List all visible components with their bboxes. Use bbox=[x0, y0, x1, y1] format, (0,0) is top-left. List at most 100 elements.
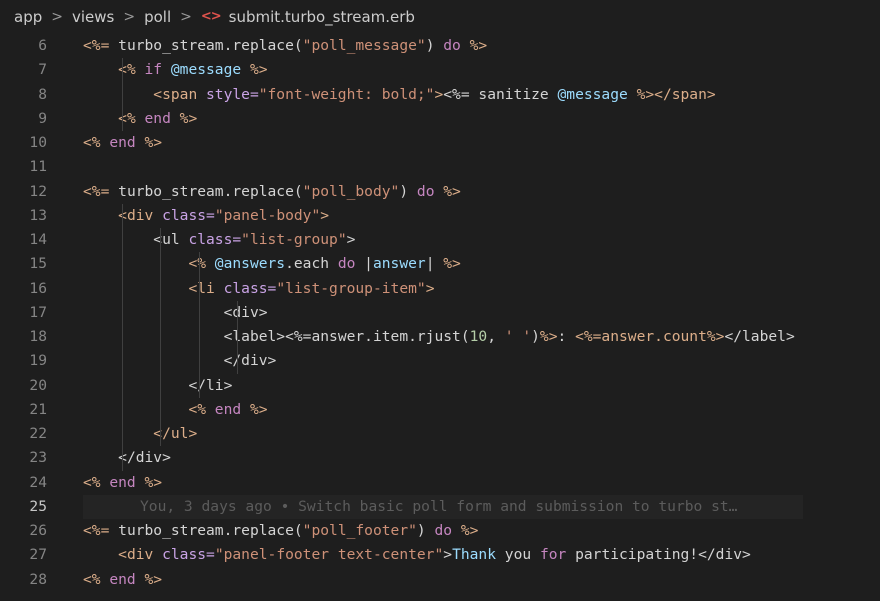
code-text: <% if @message %> bbox=[83, 58, 268, 82]
code-token: <% bbox=[188, 255, 215, 273]
code-line[interactable]: 28 <% end %> bbox=[0, 568, 880, 592]
code-line[interactable]: 11 bbox=[0, 155, 880, 179]
code-line[interactable]: 9 <% end %> bbox=[0, 107, 880, 131]
code-token: <li bbox=[188, 279, 224, 297]
code-text: <div> bbox=[83, 301, 268, 325]
code-token: "list-group" bbox=[241, 231, 347, 248]
code-token: class= bbox=[223, 279, 277, 297]
line-number: 7 bbox=[38, 61, 47, 79]
code-token: , bbox=[487, 328, 505, 345]
code-token: turbo_stream.replace( bbox=[118, 182, 303, 200]
line-number: 10 bbox=[29, 134, 47, 151]
code-token: "panel-body" bbox=[214, 206, 321, 224]
code-text: <% end %> bbox=[83, 471, 162, 495]
code-token: class= bbox=[188, 231, 242, 248]
git-blame-annotation[interactable]: You, 3 days ago • Switch basic poll form… bbox=[83, 495, 737, 519]
code-line[interactable]: 22 </ul> bbox=[0, 422, 880, 446]
code-line[interactable]: 18 <label><%=answer.item.rjust(10, ' ')%… bbox=[0, 325, 880, 349]
indent-guide bbox=[237, 300, 238, 374]
code-token: end bbox=[144, 109, 171, 127]
code-token: do bbox=[416, 182, 435, 200]
code-line[interactable]: 27 <div class="panel-footer text-center"… bbox=[0, 543, 880, 567]
line-number: 21 bbox=[29, 400, 47, 418]
code-token: if bbox=[144, 61, 171, 79]
code-text: <li class="list-group-item"> bbox=[83, 277, 434, 301]
code-text: <% end %> bbox=[83, 398, 267, 422]
code-line[interactable]: 7 <% if @message %> bbox=[0, 58, 880, 82]
code-token: %> bbox=[135, 473, 163, 491]
code-editor[interactable]: 6 <%= turbo_stream.replace("poll_message"… bbox=[0, 34, 880, 592]
code-token: ) bbox=[416, 522, 435, 539]
code-line[interactable]: 14 <ul class="list-group"> bbox=[0, 228, 880, 252]
line-number: 15 bbox=[29, 255, 47, 273]
line-number: 25 bbox=[29, 497, 47, 515]
breadcrumb-item-poll[interactable]: poll bbox=[144, 8, 171, 26]
code-text: </div> bbox=[83, 446, 171, 470]
code-token: %> bbox=[170, 109, 198, 127]
line-number: 22 bbox=[29, 425, 47, 442]
code-line[interactable]: 16 <li class="list-group-item"> bbox=[0, 277, 880, 301]
indent-guide bbox=[122, 203, 123, 471]
code-line[interactable]: 19 </div> bbox=[0, 349, 880, 373]
code-token: end bbox=[109, 570, 136, 588]
code-text: <% end %> bbox=[83, 568, 162, 592]
breadcrumb-item-file[interactable]: submit.turbo_stream.erb bbox=[229, 8, 415, 26]
code-text: </div> bbox=[83, 349, 277, 373]
code-line[interactable]: 12 <%= turbo_stream.replace("poll_body") … bbox=[0, 180, 880, 204]
code-token: 10 bbox=[469, 328, 488, 345]
code-token: > bbox=[346, 231, 356, 248]
code-token: class= bbox=[162, 206, 215, 224]
code-line[interactable]: 25 You, 3 days ago • Switch basic poll fo… bbox=[0, 494, 880, 519]
code-token: %> bbox=[460, 37, 488, 54]
code-token: <div bbox=[118, 206, 163, 224]
code-token: do bbox=[443, 37, 461, 54]
code-token: <%= bbox=[83, 37, 119, 54]
breadcrumb-item-app[interactable]: app bbox=[14, 8, 42, 26]
code-line[interactable]: 15 <% @answers.each do |answer| %> bbox=[0, 252, 880, 276]
code-line[interactable]: 20 </li> bbox=[0, 374, 880, 398]
indent-guide bbox=[160, 228, 161, 447]
code-line[interactable]: 13 <div class="panel-body"> bbox=[0, 204, 880, 228]
code-line[interactable]: 6 <%= turbo_stream.replace("poll_message"… bbox=[0, 34, 880, 58]
code-token: | bbox=[355, 255, 373, 273]
code-token: "poll_body" bbox=[302, 182, 400, 200]
html-file-icon: <> bbox=[200, 9, 222, 24]
code-text: <% @answers.each do |answer| %> bbox=[83, 252, 460, 276]
line-number: 18 bbox=[29, 328, 47, 345]
code-line[interactable]: 24 <% end %> bbox=[0, 471, 880, 495]
code-token: participating!</div> bbox=[566, 546, 751, 564]
code-token: %> bbox=[241, 61, 268, 79]
code-token: </label> bbox=[724, 328, 795, 345]
indent-guide bbox=[199, 252, 200, 398]
breadcrumb-separator: > bbox=[123, 8, 136, 25]
code-token: do bbox=[434, 522, 453, 539]
line-number: 28 bbox=[29, 570, 47, 588]
code-line[interactable]: 17 <div> bbox=[0, 301, 880, 325]
code-token: %></span> bbox=[627, 85, 716, 103]
code-token: > bbox=[434, 85, 444, 103]
code-token: <% bbox=[83, 473, 110, 491]
code-line[interactable]: 21 <% end %> bbox=[0, 398, 880, 422]
code-token: "panel-footer text-center" bbox=[214, 546, 444, 564]
code-text: <ul class="list-group"> bbox=[83, 228, 355, 252]
code-line[interactable]: 26 <%= turbo_stream.replace("poll_footer"… bbox=[0, 519, 880, 543]
code-line[interactable]: 23 </div> bbox=[0, 446, 880, 470]
code-token: .each bbox=[285, 255, 338, 273]
code-token: <div> bbox=[223, 303, 268, 321]
code-token: <label><%=answer.item.rjust( bbox=[223, 328, 470, 345]
line-number: 8 bbox=[38, 85, 47, 103]
code-token: end bbox=[109, 134, 136, 151]
code-token: </div> bbox=[118, 449, 171, 467]
code-token: %> bbox=[539, 328, 558, 345]
code-token: Thank bbox=[452, 546, 496, 564]
breadcrumb-item-views[interactable]: views bbox=[72, 8, 114, 26]
code-token: <% bbox=[83, 570, 110, 588]
code-text: <label><%=answer.item.rjust(10, ' ')%>: … bbox=[83, 325, 795, 349]
code-line[interactable]: 10 <% end %> bbox=[0, 131, 880, 155]
code-line[interactable]: 8 <span style="font-weight: bold;"><%= s… bbox=[0, 83, 880, 107]
breadcrumb-separator: > bbox=[180, 8, 192, 25]
